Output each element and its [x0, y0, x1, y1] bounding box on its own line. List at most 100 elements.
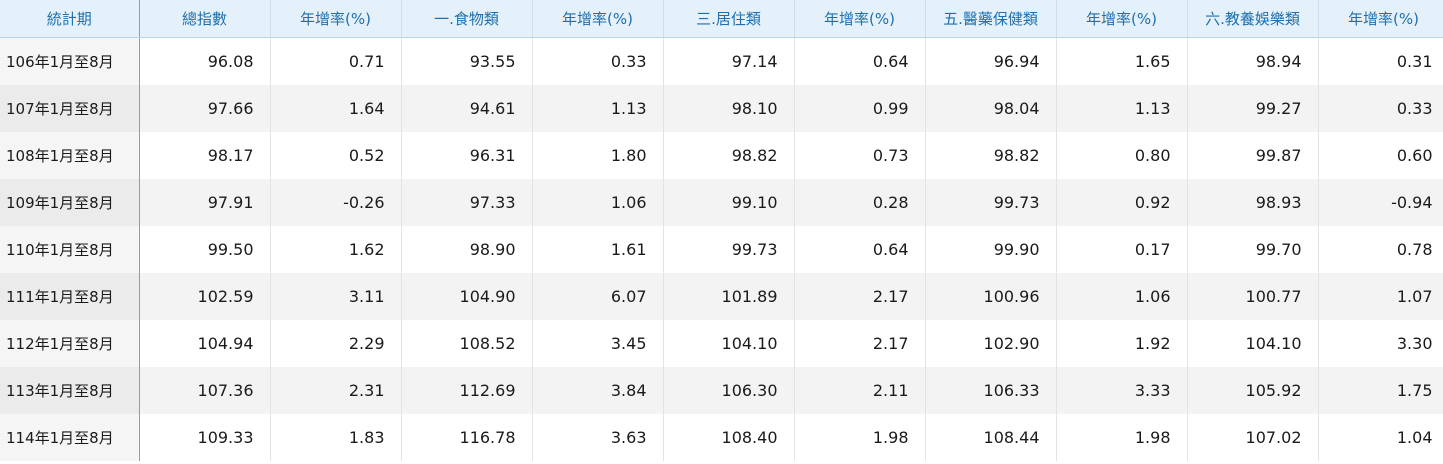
- table-cell: 0.73: [794, 132, 926, 179]
- table-cell: 105.92: [1187, 367, 1319, 414]
- header-row: 統計期 總指數 年增率(%) 一.食物類 年增率(%) 三.居住類 年增率(%)…: [0, 0, 1443, 38]
- table-cell: -0.26: [270, 179, 402, 226]
- table-cell: 97.14: [663, 37, 795, 85]
- table-cell: 104.90: [401, 273, 533, 320]
- table-cell: 2.29: [270, 320, 402, 367]
- table-cell: 3.33: [1056, 367, 1188, 414]
- table-cell: 101.89: [663, 273, 795, 320]
- table-cell: 0.64: [794, 226, 926, 273]
- table-cell: 96.94: [925, 37, 1057, 85]
- table-cell: 100.77: [1187, 273, 1319, 320]
- period-cell: 110年1月至8月: [0, 226, 140, 273]
- table-cell: 1.64: [270, 85, 402, 132]
- header-medical[interactable]: 五.醫藥保健類: [925, 0, 1057, 38]
- header-housing[interactable]: 三.居住類: [663, 0, 795, 38]
- header-education[interactable]: 六.教養娛樂類: [1187, 0, 1319, 38]
- table-cell: 3.84: [532, 367, 664, 414]
- table-cell: 2.31: [270, 367, 402, 414]
- header-food-growth[interactable]: 年增率(%): [532, 0, 664, 38]
- header-medical-growth[interactable]: 年增率(%): [1056, 0, 1188, 38]
- table-row: 108年1月至8月 98.17 0.52 96.31 1.80 98.82 0.…: [0, 132, 1443, 179]
- header-period[interactable]: 統計期: [0, 0, 140, 38]
- period-cell: 109年1月至8月: [0, 179, 140, 226]
- table-cell: 1.07: [1318, 273, 1443, 320]
- table-cell: 0.92: [1056, 179, 1188, 226]
- table-cell: 2.17: [794, 320, 926, 367]
- header-education-growth[interactable]: 年增率(%): [1318, 0, 1443, 38]
- table-cell: 0.60: [1318, 132, 1443, 179]
- table-cell: 106.30: [663, 367, 795, 414]
- table-cell: 102.59: [139, 273, 271, 320]
- table-cell: 3.30: [1318, 320, 1443, 367]
- period-cell: 114年1月至8月: [0, 414, 140, 461]
- table-cell: 98.90: [401, 226, 533, 273]
- table-row: 106年1月至8月 96.08 0.71 93.55 0.33 97.14 0.…: [0, 37, 1443, 85]
- table-cell: 104.10: [663, 320, 795, 367]
- table-cell: 1.62: [270, 226, 402, 273]
- table-cell: 0.80: [1056, 132, 1188, 179]
- table-cell: 107.36: [139, 367, 271, 414]
- header-housing-growth[interactable]: 年增率(%): [794, 0, 926, 38]
- table-cell: 96.31: [401, 132, 533, 179]
- table-cell: 112.69: [401, 367, 533, 414]
- period-cell: 113年1月至8月: [0, 367, 140, 414]
- table-cell: 3.45: [532, 320, 664, 367]
- table-cell: 1.06: [1056, 273, 1188, 320]
- table-cell: 1.65: [1056, 37, 1188, 85]
- table-cell: 0.33: [1318, 85, 1443, 132]
- table-cell: 97.66: [139, 85, 271, 132]
- period-cell: 112年1月至8月: [0, 320, 140, 367]
- header-total-index[interactable]: 總指數: [139, 0, 271, 38]
- table-cell: 0.17: [1056, 226, 1188, 273]
- table-cell: 99.73: [925, 179, 1057, 226]
- table-cell: 109.33: [139, 414, 271, 461]
- table-cell: 107.02: [1187, 414, 1319, 461]
- table-cell: 108.44: [925, 414, 1057, 461]
- table-cell: 1.98: [1056, 414, 1188, 461]
- table-cell: 99.50: [139, 226, 271, 273]
- table-cell: 98.82: [925, 132, 1057, 179]
- table-cell: 1.61: [532, 226, 664, 273]
- table-cell: 2.11: [794, 367, 926, 414]
- table-cell: 99.87: [1187, 132, 1319, 179]
- table-cell: 97.91: [139, 179, 271, 226]
- table-cell: 2.17: [794, 273, 926, 320]
- table-cell: 1.98: [794, 414, 926, 461]
- period-cell: 106年1月至8月: [0, 37, 140, 85]
- table-cell: 106.33: [925, 367, 1057, 414]
- table-cell: 98.94: [1187, 37, 1319, 85]
- table-row: 112年1月至8月 104.94 2.29 108.52 3.45 104.10…: [0, 320, 1443, 367]
- table-cell: 96.08: [139, 37, 271, 85]
- table-cell: 6.07: [532, 273, 664, 320]
- table-cell: 0.28: [794, 179, 926, 226]
- table-row: 113年1月至8月 107.36 2.31 112.69 3.84 106.30…: [0, 367, 1443, 414]
- table-cell: 104.10: [1187, 320, 1319, 367]
- table-cell: 0.71: [270, 37, 402, 85]
- table-cell: 99.70: [1187, 226, 1319, 273]
- table-cell: 98.04: [925, 85, 1057, 132]
- table-row: 110年1月至8月 99.50 1.62 98.90 1.61 99.73 0.…: [0, 226, 1443, 273]
- table-cell: 1.04: [1318, 414, 1443, 461]
- table-cell: 100.96: [925, 273, 1057, 320]
- table-cell: 98.82: [663, 132, 795, 179]
- table-cell: 99.10: [663, 179, 795, 226]
- table-cell: 104.94: [139, 320, 271, 367]
- table-cell: 99.73: [663, 226, 795, 273]
- table-cell: 99.27: [1187, 85, 1319, 132]
- table-cell: 0.78: [1318, 226, 1443, 273]
- table-cell: 0.52: [270, 132, 402, 179]
- table-cell: 1.13: [1056, 85, 1188, 132]
- table-cell: 97.33: [401, 179, 533, 226]
- table-cell: 1.13: [532, 85, 664, 132]
- table-row: 111年1月至8月 102.59 3.11 104.90 6.07 101.89…: [0, 273, 1443, 320]
- header-food[interactable]: 一.食物類: [401, 0, 533, 38]
- table-cell: 98.10: [663, 85, 795, 132]
- table-cell: 94.61: [401, 85, 533, 132]
- table-cell: 98.93: [1187, 179, 1319, 226]
- header-total-growth[interactable]: 年增率(%): [270, 0, 402, 38]
- period-cell: 107年1月至8月: [0, 85, 140, 132]
- cpi-table: 統計期 總指數 年增率(%) 一.食物類 年增率(%) 三.居住類 年增率(%)…: [0, 0, 1443, 461]
- table-cell: 1.80: [532, 132, 664, 179]
- table-cell: 1.92: [1056, 320, 1188, 367]
- table-cell: 93.55: [401, 37, 533, 85]
